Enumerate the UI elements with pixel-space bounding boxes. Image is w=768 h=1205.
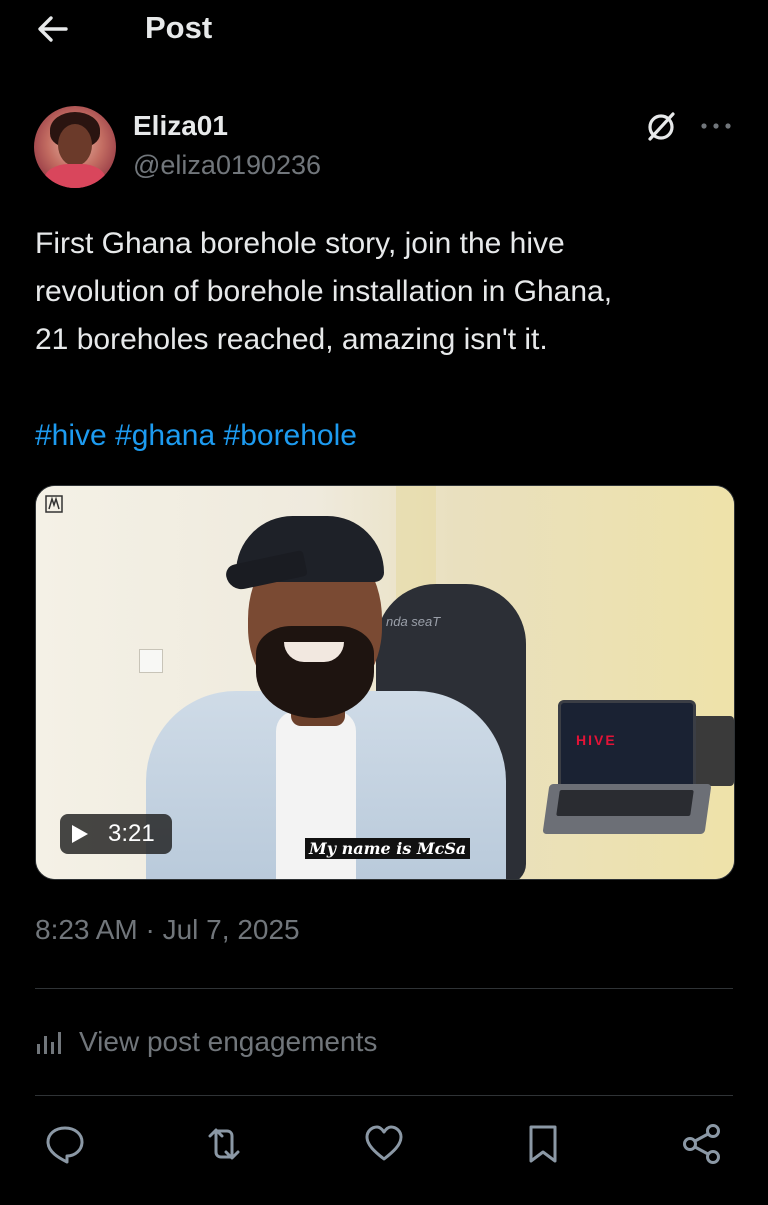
top-bar: Post <box>0 0 768 60</box>
author-display-name[interactable]: Eliza01 <box>133 110 228 142</box>
video-player[interactable]: nda seaT HIVE My name is McSa 3:21 <box>35 485 735 880</box>
laptop-keyboard <box>556 790 694 816</box>
page-title: Post <box>145 10 213 45</box>
person-beard <box>256 626 374 718</box>
engagements-label: View post engagements <box>79 1026 378 1057</box>
bar-chart-icon <box>37 1032 61 1054</box>
share-icon[interactable] <box>680 1122 724 1166</box>
post-timestamp[interactable]: 8:23 AM · Jul 7, 2025 <box>35 914 300 946</box>
hashtag-list: #hive #ghana #borehole <box>35 412 357 460</box>
play-icon <box>72 825 88 843</box>
video-duration: 3:21 <box>108 820 155 847</box>
grok-icon[interactable] <box>644 110 678 144</box>
arrow-left-icon[interactable] <box>36 12 70 46</box>
author-handle[interactable]: @eliza0190236 <box>133 150 321 181</box>
laptop-logo: HIVE <box>576 732 617 748</box>
avatar-face <box>58 124 92 166</box>
view-engagements-link[interactable]: View post engagements <box>35 1022 377 1062</box>
post-text-line: First Ghana borehole story, join the hiv… <box>35 227 565 260</box>
reply-icon[interactable] <box>43 1122 87 1166</box>
avatar[interactable] <box>34 106 116 188</box>
hashtag-link[interactable]: #hive <box>35 419 107 452</box>
bookmark-icon[interactable] <box>521 1122 565 1166</box>
repost-icon[interactable] <box>202 1122 246 1166</box>
post-text: First Ghana borehole story, join the hiv… <box>35 220 735 364</box>
avatar-body <box>44 164 106 188</box>
hashtag-link[interactable]: #ghana <box>115 419 215 452</box>
post-page: Post Eliza01 @eliza0190236 First Ghana b… <box>0 0 768 1205</box>
post-text-line: revolution of borehole installation in G… <box>35 275 613 308</box>
video-subtitle: My name is McSa <box>305 838 471 859</box>
divider <box>35 1095 733 1096</box>
video-duration-badge[interactable]: 3:21 <box>60 814 172 854</box>
chair-brand-text: nda seaT <box>386 614 441 629</box>
more-options-icon[interactable] <box>700 118 732 134</box>
heart-icon[interactable] <box>362 1122 406 1166</box>
post-text-line: 21 boreholes reached, amazing isn't it. <box>35 323 548 356</box>
watermark-icon <box>45 495 63 513</box>
divider <box>35 988 733 989</box>
wall-switch <box>139 649 163 673</box>
hashtag-link[interactable]: #borehole <box>224 419 357 452</box>
